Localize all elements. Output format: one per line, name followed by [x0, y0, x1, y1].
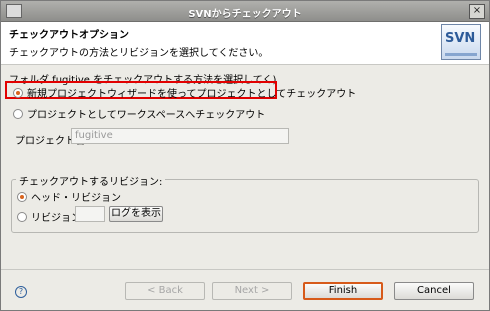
radio-label: ヘッド・リビジョン	[31, 193, 121, 204]
page-title: チェックアウトオプション	[9, 30, 129, 41]
wizard-footer: ? < Back Next > Finish Cancel	[1, 269, 489, 311]
radio-dot-selected	[13, 87, 23, 98]
wizard-content: フォルダ fugitive をチェックアウトする方法を選択してく) 新規プロジェ…	[1, 65, 489, 279]
radio-label: プロジェクトとしてワークスペースへチェックアウト	[27, 110, 266, 121]
page-description: チェックアウトの方法とリビジョンを選択してください。	[9, 48, 269, 59]
cancel-button[interactable]: Cancel	[394, 282, 474, 300]
svn-logo-text: SVN	[445, 31, 476, 46]
revision-number-field[interactable]	[75, 206, 105, 222]
svn-logo-bar	[445, 53, 477, 56]
radio-revision[interactable]: リビジョン	[17, 209, 81, 224]
radio-label: リビジョン	[31, 213, 81, 224]
project-name-field[interactable]: fugitive	[71, 128, 289, 144]
dialog-window: SVNからチェックアウト × チェックアウトオプション チェックアウトの方法とリ…	[0, 0, 490, 311]
back-button[interactable]: < Back	[125, 282, 205, 300]
radio-dot	[13, 108, 23, 119]
close-icon[interactable]: ×	[469, 4, 485, 19]
finish-button[interactable]: Finish	[303, 282, 383, 300]
wizard-header: チェックアウトオプション チェックアウトの方法とリビジョンを選択してください。 …	[1, 22, 489, 65]
radio-new-project-wizard[interactable]: 新規プロジェクトウィザードを使ってプロジェクトとしてチェックアウト	[13, 85, 356, 100]
show-log-button[interactable]: ログを表示	[109, 206, 163, 222]
radio-dot	[17, 211, 27, 222]
radio-head-revision[interactable]: ヘッド・リビジョン	[17, 189, 121, 204]
title-bar: SVNからチェックアウト ×	[1, 1, 489, 22]
help-icon[interactable]: ?	[15, 286, 27, 298]
svn-logo-icon: SVN	[441, 24, 481, 60]
radio-checkout-as-project[interactable]: プロジェクトとしてワークスペースへチェックアウト	[13, 106, 265, 121]
window-title: SVNからチェックアウト	[188, 9, 302, 20]
revision-group-label: チェックアウトするリビジョン:	[16, 173, 166, 188]
next-button[interactable]: Next >	[212, 282, 292, 300]
radio-label: 新規プロジェクトウィザードを使ってプロジェクトとしてチェックアウト	[27, 89, 357, 100]
radio-dot-selected	[17, 191, 27, 202]
